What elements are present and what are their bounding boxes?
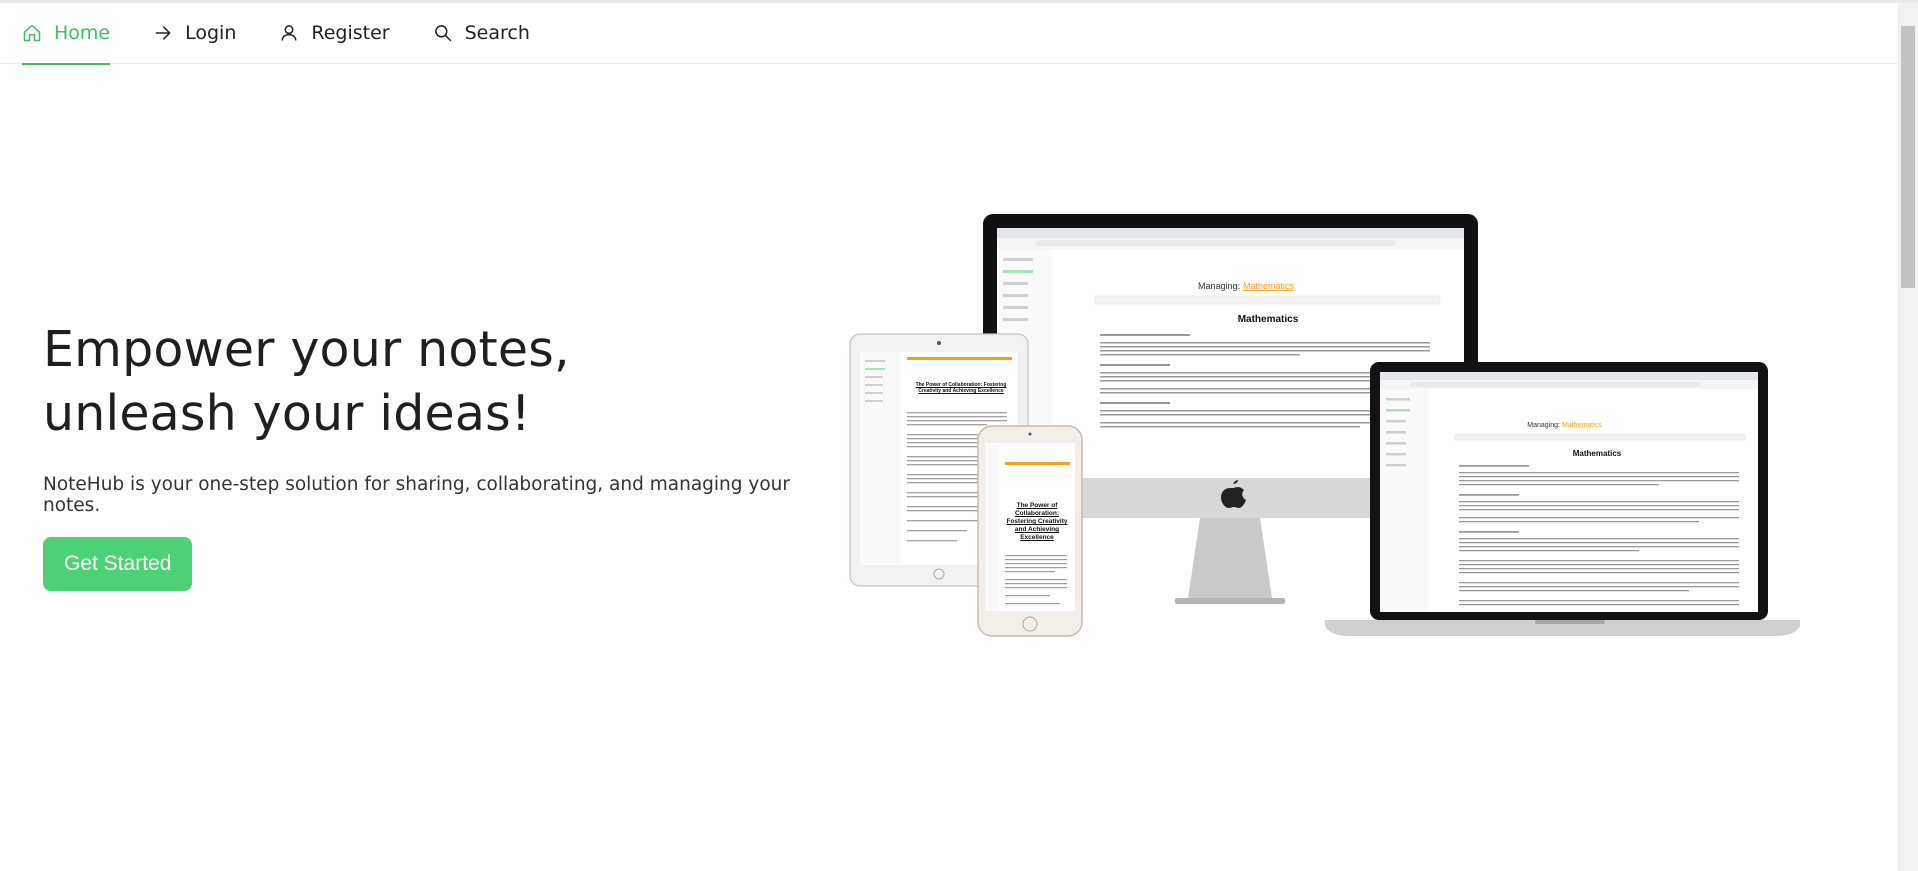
laptop-heading-prefix: Managing: (1527, 422, 1560, 429)
imac-doc-title: Mathematics (1238, 314, 1299, 325)
laptop-mockup: Managing: Mathematics Mathematics (1325, 362, 1800, 636)
imac-heading-subject: Mathematics (1243, 281, 1295, 291)
page-scrollbar[interactable] (1898, 3, 1918, 871)
nav-register-label: Register (311, 22, 390, 44)
hero-section: Empower your notes, unleash your ideas! … (43, 318, 803, 591)
search-icon (434, 25, 451, 42)
nav-login-label: Login (185, 22, 237, 44)
home-icon (23, 24, 41, 42)
phone-doc-title: The Power of Collaboration: Fostering Cr… (1006, 502, 1068, 541)
nav-search[interactable]: Search (433, 3, 530, 64)
get-started-button[interactable]: Get Started (43, 537, 193, 591)
nav-register[interactable]: Register (279, 3, 390, 64)
tablet-doc-title: The Power of Collaboration: Fostering Cr… (915, 382, 1007, 394)
device-mockup-image: Managing: Mathematics Mathematics The Po… (845, 212, 1805, 648)
laptop-doc-title: Mathematics (1573, 449, 1622, 458)
nav-home[interactable]: Home (22, 3, 111, 65)
phone-mockup: The Power of Collaboration: Fostering Cr… (977, 425, 1083, 637)
top-nav: Home Login Register Search (0, 3, 1898, 65)
hero-headline-line2: unleash your ideas! (43, 385, 531, 442)
hero-headline: Empower your notes, unleash your ideas! (43, 318, 803, 446)
nav-login[interactable]: Login (153, 3, 236, 64)
nav-home-label: Home (54, 22, 111, 44)
hero-headline-line1: Empower your notes, (43, 321, 570, 378)
imac-heading-prefix: Managing: (1198, 281, 1240, 291)
hero-subtitle: NoteHub is your one-step solution for sh… (43, 474, 790, 516)
user-icon (281, 25, 297, 41)
laptop-heading-subject: Mathematics (1562, 422, 1602, 429)
nav-search-label: Search (464, 22, 530, 44)
scrollbar-thumb[interactable] (1901, 26, 1915, 288)
arrow-right-icon (155, 26, 171, 40)
